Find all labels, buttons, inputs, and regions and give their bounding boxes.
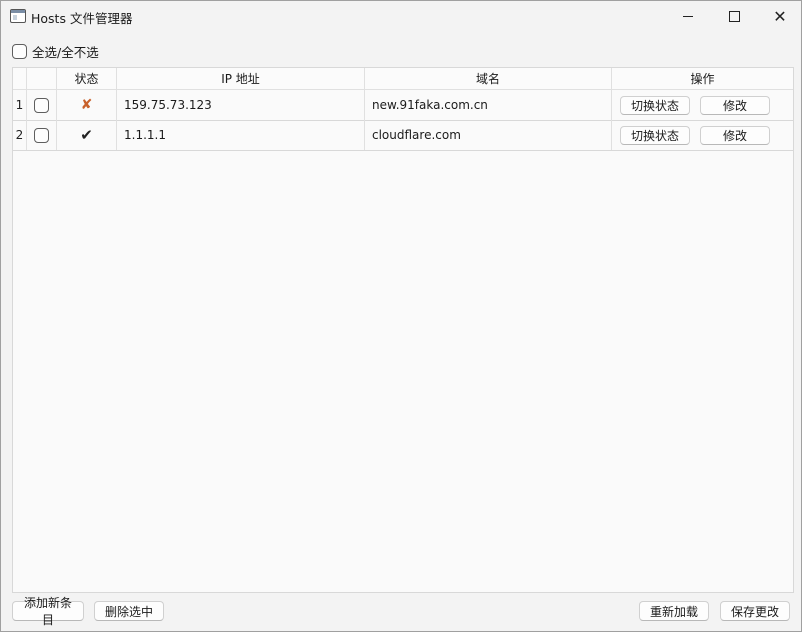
row-checkbox[interactable] xyxy=(34,97,49,113)
status-enabled-icon: ✔ xyxy=(80,126,93,144)
close-icon: ✕ xyxy=(773,7,787,26)
status-column-header[interactable]: 状态 xyxy=(57,68,117,90)
select-all-toggle[interactable]: 全选/全不选 xyxy=(12,42,99,61)
ip-column-header[interactable]: IP 地址 xyxy=(117,68,365,90)
minimize-button[interactable] xyxy=(665,1,711,32)
app-window-icon xyxy=(10,9,26,23)
row-select-cell xyxy=(27,120,57,150)
reload-button[interactable]: 重新加载 xyxy=(639,601,709,621)
actions-column-header[interactable]: 操作 xyxy=(612,68,793,90)
corner-header xyxy=(13,68,27,90)
row-select-cell xyxy=(27,90,57,120)
domain-cell[interactable]: cloudflare.com xyxy=(365,120,612,150)
toggle-status-button[interactable]: 切换状态 xyxy=(620,126,690,145)
close-button[interactable]: ✕ xyxy=(757,1,802,32)
status-disabled-icon: ✘ xyxy=(80,97,93,113)
minimize-icon xyxy=(683,16,693,17)
window-title: Hosts 文件管理器 xyxy=(31,11,133,26)
status-cell: ✘ xyxy=(57,90,117,120)
delete-selected-button[interactable]: 删除选中 xyxy=(94,601,164,621)
toggle-status-button[interactable]: 切换状态 xyxy=(620,96,690,115)
ip-cell[interactable]: 1.1.1.1 xyxy=(117,120,365,150)
maximize-button[interactable] xyxy=(711,1,757,32)
add-entry-button[interactable]: 添加新条目 xyxy=(12,596,84,627)
status-cell: ✔ xyxy=(57,120,117,150)
hosts-manager-window: Hosts 文件管理器 ✕ 全选/全不选 状态 IP 地址 域名 操作 1 ✘ … xyxy=(0,0,802,632)
edit-button[interactable]: 修改 xyxy=(700,126,770,145)
actions-cell: 切换状态 修改 xyxy=(612,90,793,120)
hosts-table: 状态 IP 地址 域名 操作 1 ✘ 159.75.73.123 new.91f… xyxy=(12,67,794,593)
row-checkbox[interactable] xyxy=(34,127,49,143)
domain-column-header[interactable]: 域名 xyxy=(365,68,612,90)
edit-button[interactable]: 修改 xyxy=(700,96,770,115)
select-all-label: 全选/全不选 xyxy=(32,45,99,60)
save-changes-button[interactable]: 保存更改 xyxy=(720,601,790,621)
row-number: 1 xyxy=(13,90,27,120)
checkbox-column-header[interactable] xyxy=(27,68,57,90)
domain-cell[interactable]: new.91faka.com.cn xyxy=(365,90,612,120)
actions-cell: 切换状态 修改 xyxy=(612,120,793,150)
ip-cell[interactable]: 159.75.73.123 xyxy=(117,90,365,120)
table-row: 1 ✘ 159.75.73.123 new.91faka.com.cn 切换状态… xyxy=(13,90,793,121)
row-number: 2 xyxy=(13,120,27,150)
table-row: 2 ✔ 1.1.1.1 cloudflare.com 切换状态 修改 xyxy=(13,120,793,151)
select-all-checkbox[interactable] xyxy=(12,44,27,59)
maximize-icon xyxy=(728,11,740,22)
title-bar[interactable]: Hosts 文件管理器 ✕ xyxy=(1,1,801,32)
